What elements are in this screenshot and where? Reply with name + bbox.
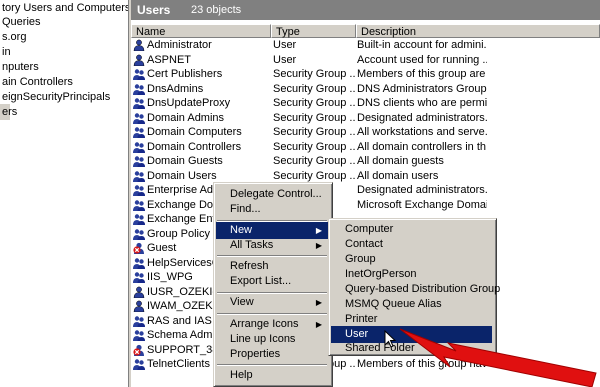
submenu-arrow-icon: ▶ [315, 241, 322, 250]
row-name: Cert Publishers [147, 68, 223, 80]
row-description: Designated administrators... [357, 184, 487, 196]
pane-title-bar: Users 23 objects [131, 0, 600, 20]
menu-separator [217, 255, 327, 257]
row-name: ASPNET [147, 53, 192, 66]
row-description: Account used for running ... [357, 53, 487, 66]
table-row[interactable]: Administrator User Built-in account for ad… [131, 38, 600, 52]
row-name: Domain Computers [147, 126, 242, 138]
row-type: Security Group ... [273, 126, 355, 138]
column-header-type[interactable]: Type [271, 24, 356, 38]
menu-item-export-list[interactable]: Export List... [216, 273, 328, 290]
row-name: Domain Controllers [147, 140, 242, 153]
table-row[interactable]: DnsUpdateProxy Security Group ... DNS clie… [131, 96, 600, 110]
tree-item-foreign-security-principals[interactable]: eignSecurityPrincipals [0, 89, 110, 105]
row-type: Security Group ... [273, 97, 355, 109]
menu-item-all-tasks[interactable]: All Tasks ▶ [216, 237, 328, 254]
tree-item-computers[interactable]: nputers [0, 59, 39, 75]
row-name: DnsUpdateProxy [147, 97, 231, 109]
row-description: DNS Administrators Group [357, 82, 487, 95]
row-type: Security Group ... [273, 82, 355, 95]
submenu-arrow-icon: ▶ [315, 298, 322, 307]
row-type: Security Group ... [273, 155, 355, 167]
row-description: All domain users [357, 169, 439, 182]
row-description: Designated administrators... [357, 111, 487, 124]
row-type: Security Group ... [273, 169, 355, 182]
row-name: Domain Guests [147, 155, 223, 167]
context-menu: Delegate Control... Find... New ▶ All Tas… [213, 182, 333, 387]
pane-title: Users [137, 3, 171, 17]
row-description: All workstations and serve... [357, 126, 487, 138]
tree-item-saved-queries[interactable]: Queries [0, 14, 41, 30]
console-tree[interactable]: tory Users and Computers [ex Queries s.o… [0, 0, 129, 387]
column-header-name[interactable]: Name [131, 24, 271, 38]
red-arrow-icon [399, 328, 597, 387]
object-count: 23 objects [191, 4, 242, 16]
row-description: All domain guests [357, 155, 444, 167]
tree-item-users[interactable]: ers [0, 104, 17, 120]
row-type: Security Group ... [273, 68, 355, 80]
column-header: Name Type Description [131, 24, 600, 38]
row-name: DnsAdmins [147, 82, 204, 95]
table-row[interactable]: Enterprise Admi Designated administrators… [131, 183, 600, 197]
row-description: Members of this group are ... [357, 68, 487, 80]
row-name: Domain Admins [147, 111, 225, 124]
table-row[interactable]: ASPNET User Account used for running ... [131, 53, 600, 67]
menu-item-view[interactable]: View ▶ [216, 294, 328, 311]
column-header-description[interactable]: Description [356, 24, 600, 38]
tree-item-builtin[interactable]: in [0, 44, 11, 60]
table-row[interactable]: Exchange Doma Microsoft Exchange Domai... [131, 198, 600, 212]
row-description: Microsoft Exchange Domai... [357, 198, 487, 211]
menu-separator [217, 313, 327, 315]
row-description: All domain controllers in th... [357, 140, 487, 153]
row-type: User [273, 53, 297, 66]
table-row[interactable]: Domain Controllers Security Group ... All … [131, 140, 600, 154]
tree-item-domain[interactable]: s.org [0, 29, 26, 45]
tree-item-domain-controllers[interactable]: ain Controllers [0, 74, 73, 90]
row-description: Built-in account for admini... [357, 39, 487, 51]
table-row[interactable]: Domain Computers Security Group ... All wo… [131, 125, 600, 139]
table-row[interactable]: Cert Publishers Security Group ... Members… [131, 67, 600, 81]
menu-item-find[interactable]: Find... [216, 201, 328, 218]
table-row[interactable]: Domain Users Security Group ... All domain… [131, 169, 600, 183]
table-row[interactable]: Domain Admins Security Group ... Designate… [131, 111, 600, 125]
menu-item-help[interactable]: Help [216, 367, 328, 384]
table-row[interactable]: DnsAdmins Security Group ... DNS Administr… [131, 82, 600, 96]
row-description: DNS clients who are permi... [357, 97, 487, 109]
row-name: Domain Users [147, 169, 217, 182]
table-row[interactable]: Domain Guests Security Group ... All domai… [131, 154, 600, 168]
row-type: Security Group ... [273, 111, 355, 124]
menu-separator [217, 364, 327, 366]
row-name: Administrator [147, 39, 212, 51]
row-type: Security Group ... [273, 140, 355, 153]
row-type: User [273, 39, 297, 51]
menu-item-properties[interactable]: Properties [216, 346, 328, 363]
